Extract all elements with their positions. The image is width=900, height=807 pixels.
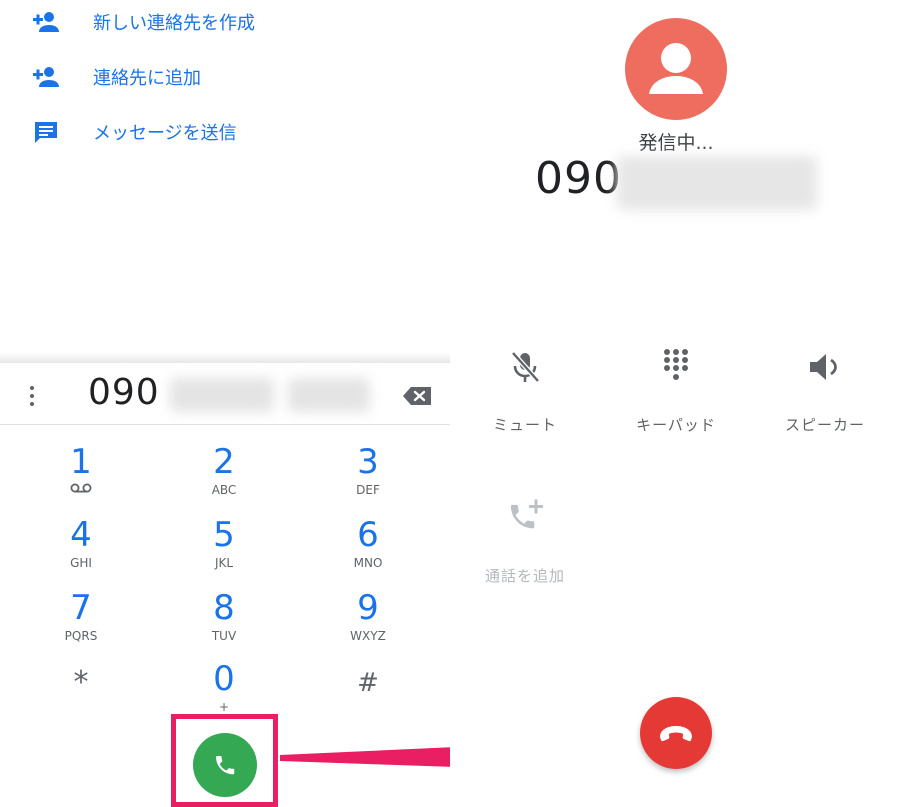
key-letters: JKL — [214, 556, 234, 570]
key-digit: 5 — [213, 515, 235, 555]
add-call-label: 通話を追加 — [484, 567, 565, 585]
end-call-button[interactable] — [640, 697, 712, 769]
message-icon — [35, 122, 57, 143]
key-1[interactable]: 1 — [26, 443, 136, 509]
person-add-icon — [33, 12, 59, 32]
caller-number: 090 — [535, 153, 622, 204]
key-letters: TUV — [211, 629, 237, 643]
redacted-number-part — [288, 378, 370, 412]
person-icon — [649, 43, 703, 94]
key-5[interactable]: 5 JKL — [169, 516, 279, 582]
speaker-icon[interactable] — [805, 347, 845, 387]
key-digit: 6 — [357, 515, 379, 555]
key-digit: * — [73, 665, 89, 700]
key-letters: MNO — [353, 556, 383, 570]
key-letters: PQRS — [64, 629, 98, 643]
key-letters: ABC — [211, 483, 237, 497]
key-4[interactable]: 4 GHI — [26, 516, 136, 582]
speaker-label: スピーカー — [784, 416, 865, 434]
key-letters: WXYZ — [350, 629, 386, 643]
key-hash[interactable]: # — [313, 664, 423, 730]
key-letters: GHI — [70, 556, 92, 570]
call-end-icon — [660, 726, 692, 742]
send-message-label: メッセージを送信 — [93, 123, 237, 144]
overflow-menu-icon[interactable] — [22, 383, 42, 409]
mic-off-icon[interactable] — [505, 347, 545, 387]
call-button[interactable] — [193, 733, 257, 797]
key-3[interactable]: 3 DEF — [313, 443, 423, 509]
key-2[interactable]: 2 ABC — [169, 443, 279, 509]
key-digit: 8 — [213, 588, 235, 628]
phone-icon — [216, 756, 235, 775]
key-8[interactable]: 8 TUV — [169, 589, 279, 655]
backspace-icon[interactable] — [402, 386, 432, 406]
key-7[interactable]: 7 PQRS — [26, 589, 136, 655]
create-contact-item[interactable]: 新しい連絡先を作成 — [0, 0, 450, 46]
key-digit: 3 — [357, 442, 379, 482]
add-call-icon[interactable] — [507, 497, 547, 537]
key-6[interactable]: 6 MNO — [313, 516, 423, 582]
key-9[interactable]: 9 WXYZ — [313, 589, 423, 655]
key-star[interactable]: * — [26, 664, 136, 730]
key-digit: # — [357, 668, 379, 698]
dialpad-icon[interactable] — [656, 347, 696, 387]
send-message-item[interactable]: メッセージを送信 — [0, 110, 450, 156]
redacted-number-part — [617, 156, 817, 210]
key-letters: + — [218, 700, 230, 714]
key-digit: 9 — [357, 588, 379, 628]
contact-avatar — [625, 18, 727, 120]
create-contact-label: 新しい連絡先を作成 — [93, 13, 255, 34]
add-to-contact-label: 連絡先に追加 — [93, 68, 201, 89]
key-letters: DEF — [356, 483, 380, 497]
add-to-contact-item[interactable]: 連絡先に追加 — [0, 55, 450, 101]
key-digit: 2 — [213, 442, 235, 482]
dialer-screen: 新しい連絡先を作成 連絡先に追加 メッセージを送信 090 1 2 ABC 3 … — [0, 0, 450, 807]
in-call-screen — [450, 0, 900, 807]
dialed-number[interactable]: 090 — [88, 372, 160, 413]
number-divider — [0, 424, 450, 425]
key-digit: 4 — [70, 515, 92, 555]
key-digit: 7 — [70, 588, 92, 628]
person-add-icon — [33, 67, 59, 87]
keypad-label: キーパッド — [636, 416, 716, 434]
voicemail-icon — [70, 483, 92, 493]
mute-label: ミュート — [492, 416, 557, 434]
key-digit: 0 — [213, 659, 235, 699]
redacted-number-part — [170, 378, 274, 412]
key-digit: 1 — [70, 442, 92, 482]
call-status: 発信中... — [638, 132, 714, 154]
